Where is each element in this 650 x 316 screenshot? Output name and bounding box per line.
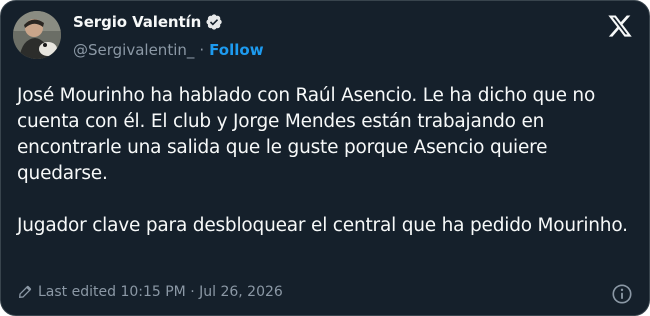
tweet-paragraph: Jugador clave para desbloquear el centra…	[17, 215, 628, 236]
author-handle[interactable]: @Sergivalentin_	[73, 41, 194, 59]
author-name-row: Sergio Valentín	[73, 13, 223, 31]
verified-badge-icon[interactable]	[205, 13, 223, 31]
author-handle-row: @Sergivalentin_ · Follow	[73, 41, 264, 59]
tweet-card: Sergio Valentín @Sergivalentin_ · Follow…	[0, 0, 650, 316]
tweet-text: José Mourinho ha hablado con Raúl Asenci…	[17, 83, 637, 239]
separator-dot: ·	[199, 41, 205, 59]
pencil-icon	[19, 285, 32, 298]
tweet-paragraph: José Mourinho ha hablado con Raúl Asenci…	[17, 85, 596, 184]
info-icon[interactable]	[611, 283, 633, 305]
tweet-footer: Last edited 10:15 PM · Jul 26, 2026	[17, 284, 283, 300]
follow-button[interactable]: Follow	[209, 41, 263, 59]
last-edited-timestamp[interactable]: Last edited 10:15 PM · Jul 26, 2026	[38, 284, 283, 300]
avatar[interactable]	[13, 11, 61, 59]
avatar-image	[13, 11, 61, 59]
x-logo-icon[interactable]	[607, 13, 633, 39]
author-display-name[interactable]: Sergio Valentín	[73, 13, 201, 31]
